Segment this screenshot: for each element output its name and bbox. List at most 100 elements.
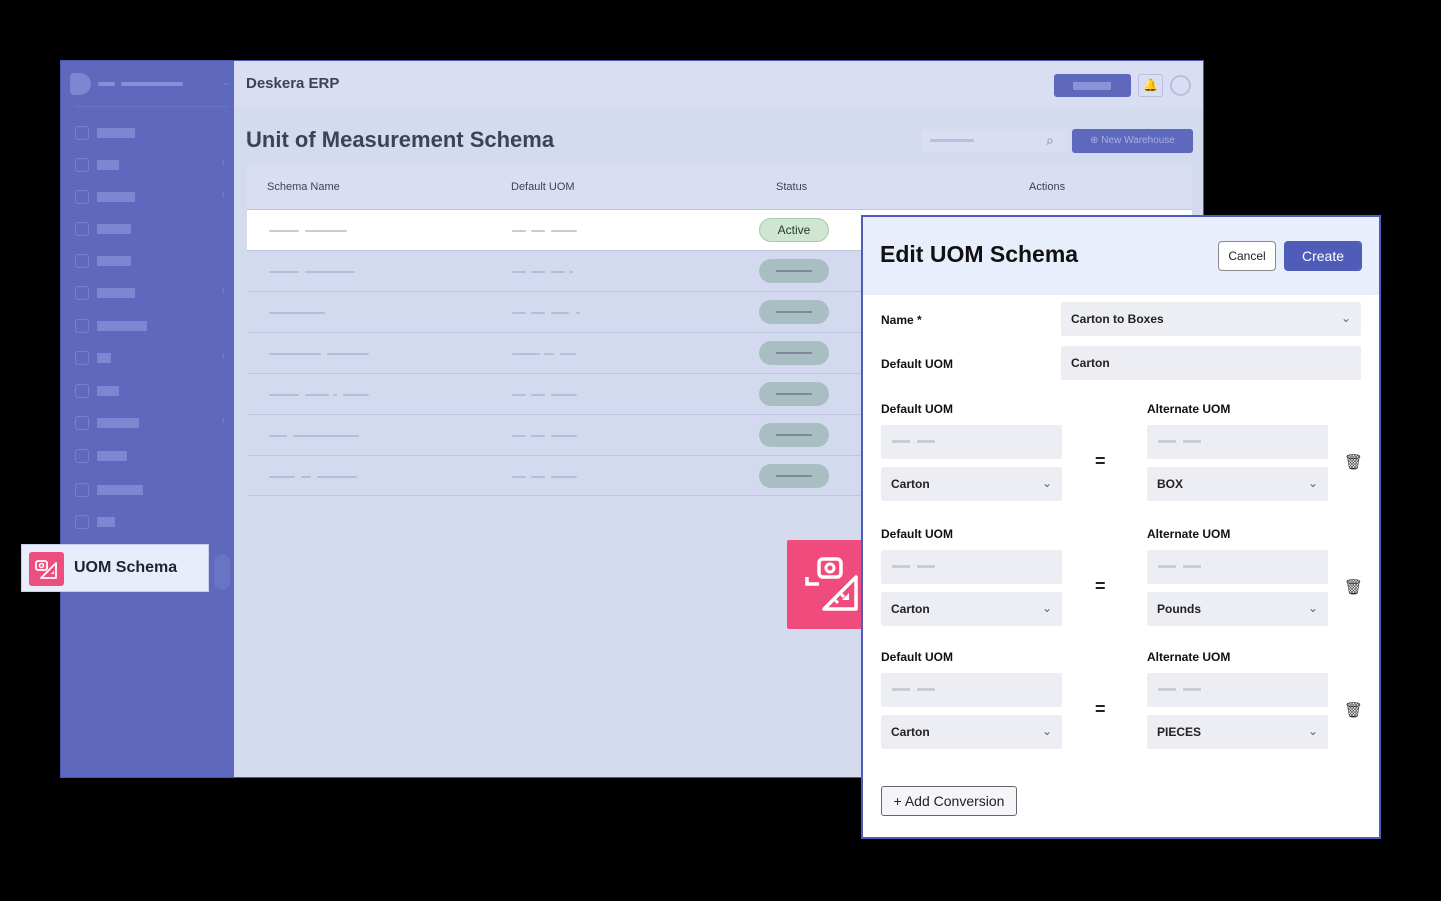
status-badge — [759, 423, 829, 447]
dialog-header: Edit UOM Schema Cancel Create — [863, 217, 1379, 295]
sidebar-item-label — [97, 386, 119, 396]
uom-measure-icon — [29, 552, 64, 586]
status-badge — [759, 464, 829, 488]
default-uom-label: Default UOM — [881, 357, 953, 371]
org-switch-chevron-icon[interactable]: ⌄ — [222, 77, 230, 88]
default-quantity-input[interactable] — [881, 673, 1062, 707]
sidebar-item[interactable] — [75, 482, 225, 500]
sidebar-item-label — [97, 353, 111, 363]
search-input[interactable]: ⌕ — [921, 129, 1068, 152]
chevron-right-icon: › — [221, 350, 225, 362]
settings-icon — [75, 515, 89, 529]
conversion-default-uom-label: Default UOM — [881, 402, 953, 416]
conversion-default-uom-label: Default UOM — [881, 650, 953, 664]
alternate-unit-select[interactable]: BOX ⌄ — [1147, 467, 1328, 501]
column-header-status: Status — [776, 181, 808, 193]
status-badge: Active — [759, 218, 829, 242]
sidebar-item[interactable] — [75, 318, 225, 336]
column-header-schema-name: Schema Name — [267, 181, 340, 193]
equals-sign: = — [1095, 576, 1106, 596]
sidebar-item[interactable]: › — [75, 189, 225, 207]
default-unit-select[interactable]: Carton ⌄ — [881, 715, 1062, 749]
default-uom-value: Carton — [1071, 356, 1110, 370]
sidebar: ⌄ › › › › › — [61, 61, 234, 777]
alternate-unit-value: PIECES — [1157, 725, 1202, 739]
status-badge — [759, 341, 829, 365]
top-bar: Deskera ERP 🔔 — [234, 61, 1203, 107]
sidebar-item-label — [97, 192, 135, 202]
cancel-button[interactable]: Cancel — [1218, 241, 1276, 271]
delete-conversion-trash-icon[interactable]: 🗑 — [1344, 701, 1363, 719]
sidebar-item-label — [97, 451, 127, 461]
schema-name-value: Carton to Boxes — [1071, 312, 1164, 326]
sidebar-item-label — [97, 517, 115, 527]
brand-title: Deskera ERP — [246, 75, 340, 92]
sidebar-item[interactable]: › — [75, 350, 225, 368]
schema-name-select[interactable]: Carton to Boxes ⌄ — [1061, 302, 1361, 336]
status-badge — [759, 382, 829, 406]
chevron-down-icon: ⌄ — [1041, 601, 1052, 615]
sidebar-item[interactable]: › — [75, 157, 225, 175]
search-icon[interactable]: ⌕ — [1046, 132, 1054, 149]
default-quantity-input[interactable] — [881, 425, 1062, 459]
add-conversion-button[interactable]: + Add Conversion — [881, 786, 1017, 816]
top-action-button[interactable] — [1054, 74, 1131, 97]
document-icon — [75, 222, 89, 236]
conversion-alternate-uom-label: Alternate UOM — [1147, 527, 1231, 541]
default-unit-value: Carton — [891, 725, 930, 739]
delete-conversion-trash-icon[interactable]: 🗑 — [1344, 578, 1363, 596]
alternate-unit-select[interactable]: Pounds ⌄ — [1147, 592, 1328, 626]
shopping-icon — [75, 286, 89, 300]
chevron-down-icon: ⌄ — [1307, 476, 1318, 490]
list-icon — [75, 416, 89, 430]
name-label: Name * — [881, 313, 922, 327]
equals-sign: = — [1095, 699, 1106, 719]
chevron-right-icon: › — [221, 285, 225, 297]
sidebar-item[interactable]: › — [75, 285, 225, 303]
table-header: Schema Name Default UOM Status Actions — [247, 165, 1192, 209]
sidebar-item-label — [97, 256, 131, 266]
dialog-title: Edit UOM Schema — [880, 241, 1079, 267]
sidebar-active-indicator — [214, 554, 230, 590]
alternate-unit-value: Pounds — [1157, 602, 1201, 616]
user-avatar[interactable] — [1170, 75, 1191, 96]
report-icon — [75, 351, 89, 365]
alternate-quantity-input[interactable] — [1147, 673, 1328, 707]
new-warehouse-button[interactable]: ⊕ New Warehouse — [1072, 129, 1193, 153]
delete-conversion-trash-icon[interactable]: 🗑 — [1344, 453, 1363, 471]
notification-bell-icon[interactable]: 🔔 — [1138, 74, 1163, 97]
sidebar-item[interactable] — [75, 383, 225, 401]
sidebar-item[interactable] — [75, 448, 225, 466]
sidebar-item-uom-schema[interactable]: UOM Schema — [21, 544, 209, 592]
app-logo-icon — [70, 73, 91, 95]
column-header-actions: Actions — [1029, 181, 1066, 193]
default-uom-field[interactable]: Carton — [1061, 346, 1361, 380]
dashboard-icon — [75, 126, 89, 140]
create-button[interactable]: Create — [1284, 241, 1362, 271]
chevron-down-icon: ⌄ — [1041, 724, 1052, 738]
chevron-right-icon: › — [221, 415, 225, 427]
org-name-placeholder — [121, 82, 183, 86]
check-icon — [75, 319, 89, 333]
products-icon — [75, 190, 89, 204]
sidebar-divider — [75, 106, 227, 107]
calendar-icon — [75, 254, 89, 268]
sidebar-item[interactable]: › — [75, 415, 225, 433]
sidebar-item-label — [97, 128, 135, 138]
sidebar-item-label — [97, 485, 143, 495]
sidebar-item[interactable] — [75, 253, 225, 271]
default-unit-select[interactable]: Carton ⌄ — [881, 592, 1062, 626]
sidebar-item[interactable] — [75, 125, 225, 143]
chevron-down-icon: ⌄ — [1307, 601, 1318, 615]
default-quantity-input[interactable] — [881, 550, 1062, 584]
sidebar-item-label: UOM Schema — [74, 559, 178, 576]
status-badge — [759, 300, 829, 324]
alternate-unit-select[interactable]: PIECES ⌄ — [1147, 715, 1328, 749]
org-name-placeholder — [98, 82, 115, 86]
alternate-quantity-input[interactable] — [1147, 425, 1328, 459]
sidebar-item[interactable] — [75, 514, 225, 532]
status-badge — [759, 259, 829, 283]
default-unit-select[interactable]: Carton ⌄ — [881, 467, 1062, 501]
alternate-quantity-input[interactable] — [1147, 550, 1328, 584]
sidebar-item[interactable] — [75, 221, 225, 239]
